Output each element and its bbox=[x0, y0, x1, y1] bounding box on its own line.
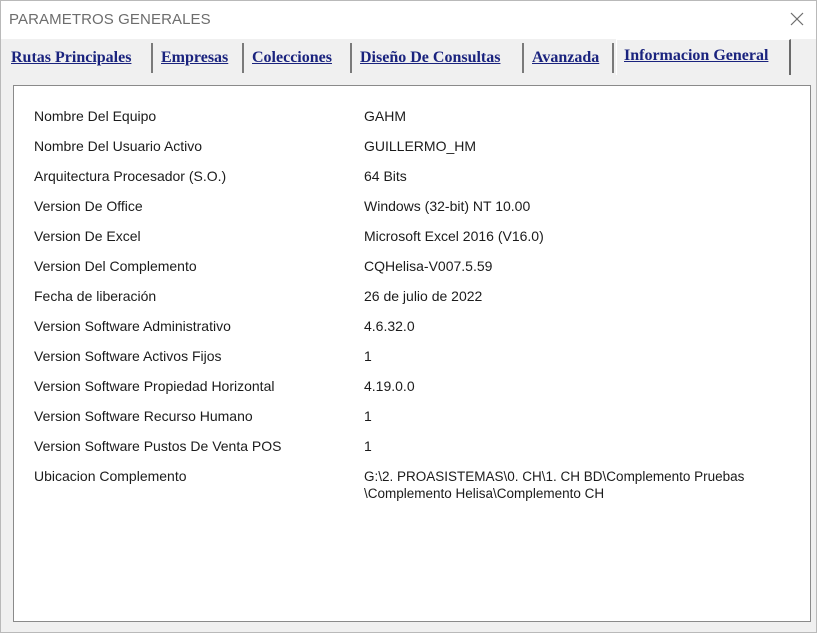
close-button[interactable] bbox=[786, 8, 808, 30]
tab-label: Rutas Principales bbox=[11, 49, 132, 66]
info-value: 1 bbox=[364, 408, 372, 424]
info-value: GAHM bbox=[364, 108, 406, 124]
info-panel: Nombre Del Equipo GAHM Nombre Del Usuari… bbox=[13, 85, 811, 622]
info-value: 64 Bits bbox=[364, 168, 407, 184]
info-label: Fecha de liberación bbox=[34, 288, 157, 304]
path-line-1: G:\2. PROASISTEMAS\0. CH\1. CH BD\Comple… bbox=[364, 469, 745, 484]
info-label: Arquitectura Procesador (S.O.) bbox=[34, 168, 227, 184]
title-bar: PARAMETROS GENERALES bbox=[1, 1, 816, 39]
tab-label: Informacion General bbox=[624, 46, 769, 64]
info-label: Version Del Complemento bbox=[34, 258, 197, 274]
path-line-2: \Complemento Helisa\Complemento CH bbox=[364, 486, 605, 501]
info-value: 1 bbox=[364, 438, 372, 454]
info-value: 4.6.32.0 bbox=[364, 318, 415, 334]
tab-empresas[interactable]: Empresas bbox=[155, 43, 244, 73]
info-label: Version Software Administrativo bbox=[34, 318, 231, 334]
info-value: 1 bbox=[364, 348, 372, 364]
tab-informacion-general[interactable]: Informacion General bbox=[616, 39, 791, 75]
tab-diseno-de-consultas[interactable]: Diseño De Consultas bbox=[354, 43, 524, 73]
info-label: Version Software Pustos De Venta POS bbox=[34, 438, 282, 454]
info-label: Version De Office bbox=[34, 198, 143, 214]
tab-avanzada[interactable]: Avanzada bbox=[526, 43, 614, 73]
tab-label: Colecciones bbox=[252, 49, 332, 66]
info-label: Version De Excel bbox=[34, 228, 141, 244]
parametros-window: PARAMETROS GENERALES Rutas Principales E… bbox=[0, 0, 817, 633]
info-value: Microsoft Excel 2016 (V16.0) bbox=[364, 228, 544, 244]
info-value: 4.19.0.0 bbox=[364, 378, 415, 394]
info-label: Ubicacion Complemento bbox=[34, 468, 187, 484]
info-label: Nombre Del Equipo bbox=[34, 108, 157, 124]
close-icon bbox=[790, 12, 804, 26]
info-value: Windows (32-bit) NT 10.00 bbox=[364, 198, 531, 214]
info-label: Version Software Recurso Humano bbox=[34, 408, 253, 424]
info-value: 26 de julio de 2022 bbox=[364, 288, 483, 304]
tab-rutas-principales[interactable]: Rutas Principales bbox=[5, 43, 153, 73]
window-title: PARAMETROS GENERALES bbox=[9, 11, 211, 28]
info-label: Nombre Del Usuario Activo bbox=[34, 138, 203, 154]
tab-label: Diseño De Consultas bbox=[360, 49, 501, 66]
info-value: G:\2. PROASISTEMAS\0. CH\1. CH BD\Comple… bbox=[364, 468, 784, 502]
tab-label: Empresas bbox=[161, 49, 229, 66]
info-value: CQHelisa-V007.5.59 bbox=[364, 258, 493, 274]
tab-colecciones[interactable]: Colecciones bbox=[246, 43, 352, 73]
info-label: Version Software Propiedad Horizontal bbox=[34, 378, 275, 394]
tab-strip: Rutas Principales Empresas Colecciones D… bbox=[5, 39, 816, 75]
info-label: Version Software Activos Fijos bbox=[34, 348, 222, 364]
info-value: GUILLERMO_HM bbox=[364, 138, 477, 154]
tab-label: Avanzada bbox=[532, 49, 600, 66]
